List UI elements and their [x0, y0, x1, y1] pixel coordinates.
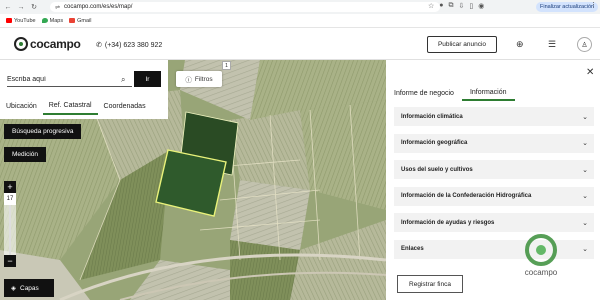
accordion-label: Información climática — [401, 113, 463, 120]
bookmark-label: YouTube — [14, 17, 36, 24]
site-info-icon[interactable]: ⇌ — [55, 4, 60, 11]
reload-icon[interactable]: ↻ — [29, 2, 39, 12]
bookmark-maps[interactable]: Maps — [41, 17, 64, 24]
accordion-label: Usos del suelo y cultivos — [401, 166, 473, 173]
profile-icon[interactable]: ◉ — [478, 2, 484, 10]
zoom-out-button[interactable]: − — [4, 255, 16, 267]
tab-business-report[interactable]: Informe de negocio — [386, 85, 462, 101]
accordion-geographic[interactable]: Información geográfica ⌄ — [394, 133, 594, 153]
accordion-label: Información de ayudas y riesgos — [401, 219, 495, 226]
forward-icon[interactable]: → — [16, 2, 26, 12]
puzzle-icon[interactable]: ⧉ — [449, 2, 454, 10]
sidepanel-icon[interactable]: ▯ — [469, 2, 473, 10]
layers-label: Capas — [20, 284, 39, 292]
address-bar[interactable]: ⇌ cocampo.com/es/es/map/ — [50, 2, 440, 12]
tab-ref-catastral[interactable]: Ref. Catastral — [42, 98, 98, 115]
search-input[interactable] — [7, 73, 132, 87]
update-button[interactable]: Finalizar actualización — [536, 2, 599, 12]
url-text: cocampo.com/es/es/map/ — [64, 4, 133, 10]
chevron-down-icon: ⌄ — [582, 166, 588, 174]
accordion-label: Información geográfica — [401, 140, 468, 146]
zoom-in-button[interactable]: + — [4, 181, 16, 193]
filters-label: Filtros — [194, 75, 213, 83]
phone-number: (+34) 623 380 922 — [104, 41, 163, 49]
accordion-aid-risks[interactable]: Información de ayudas y riesgos ⌄ — [394, 213, 594, 232]
cocampo-watermark: cocampo — [516, 234, 566, 277]
tab-ubicacion[interactable]: Ubicación — [0, 98, 43, 115]
chevron-down-icon: ⌄ — [582, 246, 588, 253]
maps-icon — [41, 18, 48, 23]
accordion-climate[interactable]: Información climática ⌄ — [394, 107, 594, 126]
browser-toolbar: ← → ↻ ⇌ cocampo.com/es/es/map/ ☆ ● ⧉ ⇩ ▯… — [0, 0, 600, 14]
tab-coordenadas[interactable]: Coordenadas — [98, 98, 152, 115]
search-tabs: Ubicación Ref. Catastral Coordenadas — [0, 98, 168, 119]
logo[interactable]: cocampo — [14, 37, 81, 51]
accordion-land-use[interactable]: Usos del suelo y cultivos ⌄ — [394, 160, 594, 179]
download-icon[interactable]: ⇩ — [459, 2, 465, 10]
progressive-search-button[interactable]: Búsqueda progresiva — [4, 124, 82, 139]
phone-contact[interactable]: ✆ (+34) 623 380 922 — [96, 41, 163, 50]
globe-icon[interactable]: ⊕ — [516, 39, 524, 50]
close-icon[interactable]: ✕ — [586, 67, 594, 78]
whatsapp-icon: ✆ — [96, 42, 102, 49]
accordion-hydrographic[interactable]: Información de la Confederación Hidrográ… — [394, 186, 594, 206]
info-panel-tabs: Informe de negocio Información — [386, 85, 515, 101]
user-account-icon[interactable]: ♙ — [577, 37, 592, 52]
extension-icons: ☆ ● ⧉ ⇩ ▯ ◉ — [428, 2, 484, 10]
info-panel: ✕ Informe de negocio Información Informa… — [386, 60, 600, 300]
accordion-label: Enlaces — [401, 246, 424, 252]
bookmark-label: Maps — [49, 17, 64, 24]
search-icon[interactable]: ⌕ — [121, 75, 125, 85]
zoom-slider[interactable] — [4, 205, 16, 255]
search-go-button[interactable]: Ir — [134, 71, 161, 87]
tab-information[interactable]: Información — [461, 85, 515, 101]
bookmark-gmail[interactable]: Gmail — [69, 18, 91, 24]
extension-icon[interactable]: ● — [439, 2, 443, 10]
accordion-label: Información de la Confederación Hidrográ… — [401, 193, 532, 199]
zoom-level: 17 — [4, 193, 16, 205]
gmail-icon — [69, 18, 76, 23]
youtube-icon — [6, 18, 12, 23]
back-icon[interactable]: ← — [3, 2, 13, 12]
logo-text: cocampo — [30, 37, 81, 51]
watermark-text: cocampo — [524, 268, 558, 277]
filters-count-badge: 1 — [222, 61, 231, 70]
chevron-down-icon: ⌄ — [582, 140, 588, 147]
cocampo-logo-icon — [525, 234, 557, 266]
info-circle-icon: ⓘ — [185, 77, 192, 84]
hamburger-menu-icon[interactable]: ☰ — [548, 39, 556, 50]
logo-mark-icon — [14, 37, 28, 51]
bookmark-label: Gmail — [77, 17, 92, 24]
layers-button[interactable]: ◈ Capas — [4, 279, 54, 297]
menu-dots-icon[interactable]: ⋮ — [590, 1, 597, 9]
measure-button[interactable]: Medición — [4, 147, 47, 162]
publish-ad-button[interactable]: Publicar anuncio — [427, 36, 497, 53]
register-farm-button[interactable]: Registrar finca — [397, 275, 463, 293]
search-panel: ⌕ Ir Ubicación Ref. Catastral Coordenada… — [0, 60, 168, 119]
bookmark-star-icon[interactable]: ☆ — [428, 2, 434, 10]
bookmarks-bar: YouTube Maps Gmail — [0, 14, 600, 28]
zoom-control: + 17 − — [4, 181, 16, 267]
chevron-down-icon: ⌄ — [582, 113, 588, 121]
layers-icon: ◈ — [11, 285, 16, 292]
bookmark-youtube[interactable]: YouTube — [6, 18, 36, 24]
site-header: cocampo ✆ (+34) 623 380 922 Publicar anu… — [0, 28, 600, 60]
chevron-down-icon: ⌄ — [582, 219, 588, 227]
filters-button[interactable]: ⓘ Filtros — [176, 71, 222, 87]
chevron-down-icon: ⌄ — [582, 193, 588, 200]
